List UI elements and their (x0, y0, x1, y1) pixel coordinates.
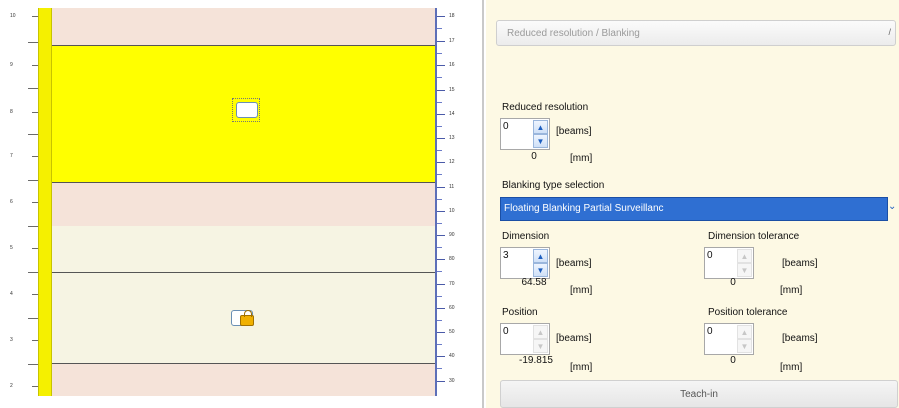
scale-label: 30 (449, 378, 455, 384)
scale-label: 80 (449, 256, 455, 262)
position-tolerance-stepper[interactable]: 0 ▲ ▼ (704, 323, 754, 355)
position-stepper[interactable]: 0 ▲ ▼ (500, 323, 550, 355)
dimension-tolerance-mm: 0 (730, 277, 736, 288)
mm-unit: [mm] (570, 362, 593, 373)
dimension-mm: 64.58 (521, 277, 547, 288)
arrow-down-icon[interactable]: ▼ (737, 339, 752, 353)
arrow-down-icon[interactable]: ▼ (533, 134, 548, 148)
scale-label: 90 (449, 232, 455, 238)
position-tolerance-mm: 0 (730, 355, 736, 366)
lock-icon (240, 310, 254, 326)
scale-label: 12 (449, 159, 455, 165)
stepper-value: 3 (503, 250, 509, 261)
object-icon[interactable] (236, 102, 258, 118)
arrow-up-icon[interactable]: ▲ (737, 249, 752, 263)
teach-in-label: Teach-in (680, 389, 718, 400)
scale-label: 13 (449, 135, 455, 141)
scale-label: 8 (10, 109, 13, 115)
position-label: Position (502, 307, 538, 318)
scale-label: 2 (10, 383, 13, 389)
scale-label: 15 (449, 87, 455, 93)
scale-label: 40 (449, 353, 455, 359)
field-zone (52, 226, 435, 272)
field-zone (52, 363, 435, 396)
position-tolerance-label: Position tolerance (708, 307, 788, 318)
blanking-type-select[interactable]: Floating Blanking Partial Surveillanc ⌄ (500, 197, 896, 221)
section-title: Reduced resolution / Blanking (507, 28, 640, 39)
field-visualization: 10 9 8 7 6 5 4 3 2 18 17 16 15 14 13 12 … (0, 0, 470, 408)
arrow-up-icon[interactable]: ▲ (533, 120, 548, 134)
scale-label: 10 (449, 208, 455, 214)
arrow-up-icon[interactable]: ▲ (533, 325, 548, 339)
arrow-down-icon[interactable]: ▼ (533, 339, 548, 353)
stepper-value: 0 (707, 326, 713, 337)
beams-unit: [beams] (556, 126, 592, 137)
scale-label: 11 (449, 184, 455, 190)
beams-unit: [beams] (782, 333, 818, 344)
zone-boundary (52, 363, 435, 364)
blanking-type-label: Blanking type selection (502, 180, 605, 191)
arrow-down-icon[interactable]: ▼ (737, 263, 752, 277)
left-scale: 10 9 8 7 6 5 4 3 2 (10, 8, 38, 396)
teach-in-button[interactable]: Teach-in (500, 380, 898, 408)
scale-label: 16 (449, 62, 455, 68)
arrow-up-icon[interactable]: ▲ (533, 249, 548, 263)
zone-boundary (52, 272, 435, 273)
beams-unit: [beams] (782, 258, 818, 269)
field-zone (52, 8, 435, 45)
zone-boundary (52, 45, 435, 46)
position-mm: -19.815 (519, 355, 553, 366)
beams-unit: [beams] (556, 333, 592, 344)
scale-label: 9 (10, 62, 13, 68)
panel-divider (482, 0, 484, 408)
section-header-reduced-resolution-blanking[interactable]: Reduced resolution / Blanking / (496, 20, 896, 46)
scale-label: 10 (10, 13, 16, 19)
stepper-value: 0 (503, 121, 509, 132)
reduced-resolution-stepper[interactable]: 0 ▲ ▼ (500, 118, 550, 150)
mm-unit: [mm] (780, 362, 803, 373)
scale-label: 3 (10, 337, 13, 343)
blanking-type-selected: Floating Blanking Partial Surveillanc (504, 203, 664, 214)
scale-label: 5 (10, 245, 13, 251)
beam-column-bar (38, 8, 52, 396)
scale-label: 50 (449, 329, 455, 335)
scale-label: 6 (10, 199, 13, 205)
mm-unit: [mm] (780, 285, 803, 296)
scale-label: 4 (10, 291, 13, 297)
chevron-down-icon[interactable]: ⌄ (888, 201, 899, 219)
reduced-resolution-mm: 0 (531, 151, 537, 162)
settings-panel: Reduced resolution / Blanking / Reduced … (486, 0, 899, 408)
reduced-resolution-label: Reduced resolution (502, 102, 589, 113)
right-scale: 18 17 16 15 14 13 12 11 10 90 80 70 60 5… (435, 8, 475, 396)
dimension-tolerance-label: Dimension tolerance (708, 231, 800, 242)
stepper-value: 0 (707, 250, 713, 261)
field-zone (52, 182, 435, 226)
scale-label: 18 (449, 13, 455, 19)
scale-label: 17 (449, 38, 455, 44)
scale-label: 60 (449, 305, 455, 311)
scale-label: 70 (449, 281, 455, 287)
beams-unit: [beams] (556, 258, 592, 269)
arrow-up-icon[interactable]: ▲ (737, 325, 752, 339)
arrow-down-icon[interactable]: ▼ (533, 263, 548, 277)
dimension-tolerance-stepper[interactable]: 0 ▲ ▼ (704, 247, 754, 279)
dimension-label: Dimension (502, 231, 550, 242)
mm-unit: [mm] (570, 285, 593, 296)
chevron-icon: / (888, 27, 891, 37)
zone-boundary (52, 182, 435, 183)
scale-label: 14 (449, 111, 455, 117)
stepper-value: 0 (503, 326, 509, 337)
dimension-stepper[interactable]: 3 ▲ ▼ (500, 247, 550, 279)
scale-label: 7 (10, 153, 13, 159)
mm-unit: [mm] (570, 153, 593, 164)
